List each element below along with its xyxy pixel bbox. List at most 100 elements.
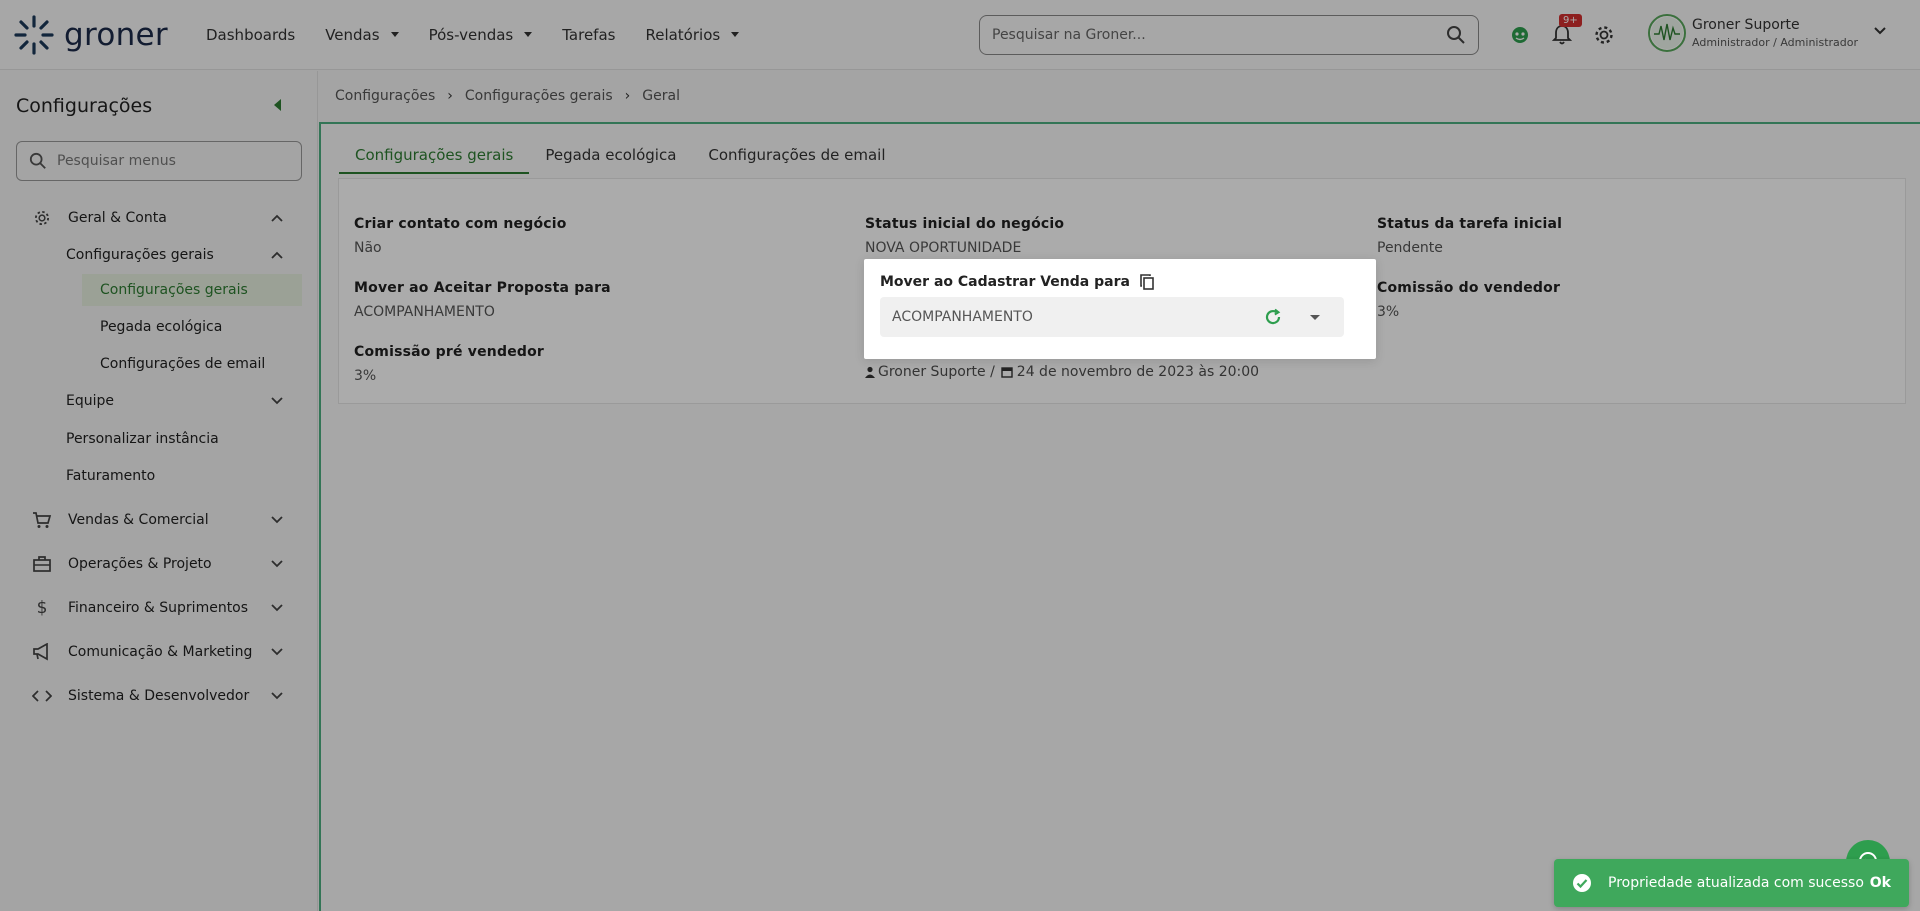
field-value: ACOMPANHAMENTO xyxy=(354,304,495,320)
breadcrumb-item[interactable]: Configurações xyxy=(335,88,435,104)
briefcase-icon xyxy=(32,554,52,574)
code-icon xyxy=(32,686,52,706)
sidebar-group-operacoes-projeto[interactable]: Operações & Projeto xyxy=(0,551,318,577)
breadcrumb-item[interactable]: Configurações gerais xyxy=(465,88,613,104)
cart-icon xyxy=(32,510,52,530)
sidebar-title: Configurações xyxy=(16,95,153,117)
field-label: Mover ao Aceitar Proposta para xyxy=(354,280,611,296)
chevron-up-icon xyxy=(271,214,283,222)
user-icon xyxy=(865,366,875,378)
copy-icon[interactable] xyxy=(1140,274,1154,290)
sidebar-subgroup-configuracoes-gerais[interactable]: Configurações gerais xyxy=(0,242,318,268)
field-value: NOVA OPORTUNIDADE xyxy=(865,240,1022,256)
tab-pegada-ecologica[interactable]: Pegada ecológica xyxy=(529,146,692,174)
assistant-icon[interactable] xyxy=(1505,20,1535,50)
sidebar-item-pegada-ecologica[interactable]: Pegada ecológica xyxy=(0,314,318,340)
chevron-down-icon xyxy=(271,516,283,524)
main-nav: Dashboards Vendas Pós-vendas Tarefas Rel… xyxy=(206,26,769,44)
notifications-bell[interactable]: 9+ xyxy=(1547,14,1582,50)
search-placeholder: Pesquisar na Groner... xyxy=(992,27,1146,43)
sidebar-search-placeholder: Pesquisar menus xyxy=(57,153,176,169)
notification-badge: 9+ xyxy=(1559,14,1582,27)
field-comissao-pre-vendedor[interactable]: Comissão pré vendedor 3% xyxy=(354,344,544,384)
field-criar-contato[interactable]: Criar contato com negócio Não xyxy=(354,216,567,256)
toast-ok-button[interactable]: Ok xyxy=(1870,875,1891,891)
refresh-icon[interactable] xyxy=(1264,308,1282,326)
settings-button[interactable] xyxy=(1589,20,1619,50)
tab-configuracoes-gerais[interactable]: Configurações gerais xyxy=(339,146,530,174)
nav-vendas[interactable]: Vendas xyxy=(325,26,399,44)
field-label: Comissão do vendedor xyxy=(1377,280,1561,296)
logo-icon xyxy=(14,14,54,55)
nav-label: Relatórios xyxy=(645,25,721,44)
sidebar-item-configuracoes-gerais[interactable]: Configurações gerais xyxy=(0,277,318,303)
sidebar-item-personalizar-instancia[interactable]: Personalizar instância xyxy=(0,426,318,452)
sidebar-item-label: Geral & Conta xyxy=(68,210,167,226)
sidebar-group-comunicacao-marketing[interactable]: Comunicação & Marketing xyxy=(0,639,318,665)
top-icons: 9+ xyxy=(1505,14,1631,50)
sidebar-group-sistema-desenvolvedor[interactable]: Sistema & Desenvolvedor xyxy=(0,683,318,709)
select-value: ACOMPANHAMENTO xyxy=(892,309,1033,325)
chevron-down-icon xyxy=(271,604,283,612)
tabs: Configurações gerais Pegada ecológica Co… xyxy=(339,146,902,174)
top-bar: groner Dashboards Vendas Pós-vendas Tare… xyxy=(0,0,1920,70)
chevron-down-icon xyxy=(271,692,283,700)
sidebar-item-label: Configurações gerais xyxy=(66,247,214,263)
breadcrumb: Configurações › Configurações gerais › G… xyxy=(335,88,680,104)
field-status-inicial[interactable]: Status inicial do negócio NOVA OPORTUNID… xyxy=(865,216,1064,256)
sidebar: Configurações Pesquisar menus Geral & Co… xyxy=(0,71,318,911)
gear-icon xyxy=(1595,26,1613,44)
search-icon xyxy=(29,152,46,169)
meta-date: 24 de novembro de 2023 às 20:00 xyxy=(1016,364,1260,380)
groner-logo[interactable]: groner xyxy=(12,13,180,57)
sidebar-item-label: Faturamento xyxy=(66,468,156,484)
chevron-right-icon: › xyxy=(624,88,631,104)
sidebar-group-financeiro-suprimentos[interactable]: $ Financeiro & Suprimentos xyxy=(0,595,318,621)
toast-message: Propriedade atualizada com sucesso xyxy=(1608,875,1864,891)
field-comissao-vendedor[interactable]: Comissão do vendedor 3% xyxy=(1377,280,1560,320)
last-update-meta: Groner Suporte / 24 de novembro de 2023 … xyxy=(864,364,1259,380)
popup-label: Mover ao Cadastrar Venda para xyxy=(880,274,1154,290)
meta-user: Groner Suporte / xyxy=(878,364,995,380)
field-mover-aceitar[interactable]: Mover ao Aceitar Proposta para ACOMPANHA… xyxy=(354,280,611,320)
sidebar-item-label: Comunicação & Marketing xyxy=(68,644,253,660)
calendar-icon xyxy=(1001,367,1013,378)
user-role: Administrador / Administrador xyxy=(1692,36,1859,49)
sidebar-group-vendas-comercial[interactable]: Vendas & Comercial xyxy=(0,507,318,533)
nav-pos-vendas[interactable]: Pós-vendas xyxy=(429,26,533,44)
nav-label: Tarefas xyxy=(562,25,616,44)
success-toast: Propriedade atualizada com sucesso Ok xyxy=(1554,859,1909,907)
sidebar-item-label: Operações & Projeto xyxy=(68,556,212,572)
field-label: Comissão pré vendedor xyxy=(354,344,545,360)
nav-relatorios[interactable]: Relatórios xyxy=(645,25,740,44)
nav-dashboards[interactable]: Dashboards xyxy=(206,26,295,44)
user-menu[interactable]: Groner Suporte Administrador / Administr… xyxy=(1648,14,1886,52)
field-status-tarefa[interactable]: Status da tarefa inicial Pendente xyxy=(1377,216,1562,256)
stage-select[interactable]: ACOMPANHAMENTO xyxy=(880,297,1344,337)
sidebar-item-label: Personalizar instância xyxy=(66,431,219,447)
main-content: Configurações gerais Pegada ecológica Co… xyxy=(319,122,1920,911)
check-circle-icon xyxy=(1573,874,1591,892)
chevron-down-icon xyxy=(271,397,283,405)
sidebar-search-input[interactable]: Pesquisar menus xyxy=(16,141,302,181)
sidebar-item-configuracoes-email[interactable]: Configurações de email xyxy=(0,351,318,377)
megaphone-icon xyxy=(32,642,52,662)
tab-configuracoes-email[interactable]: Configurações de email xyxy=(692,146,901,174)
sidebar-item-label: Pegada ecológica xyxy=(100,319,223,335)
sidebar-group-geral-conta[interactable]: Geral & Conta xyxy=(0,205,318,231)
field-value: 3% xyxy=(354,368,377,384)
caret-down-icon[interactable] xyxy=(1310,314,1320,320)
avatar xyxy=(1648,14,1686,52)
caret-down-icon xyxy=(731,32,740,37)
sidebar-item-label: Equipe xyxy=(66,393,114,409)
collapse-sidebar-icon[interactable] xyxy=(274,99,281,111)
global-search-input[interactable]: Pesquisar na Groner... xyxy=(979,15,1479,55)
search-icon[interactable] xyxy=(1446,25,1466,45)
nav-tarefas[interactable]: Tarefas xyxy=(562,26,615,44)
field-label: Status da tarefa inicial xyxy=(1377,216,1563,232)
sidebar-item-equipe[interactable]: Equipe xyxy=(0,388,318,414)
sidebar-item-faturamento[interactable]: Faturamento xyxy=(0,463,318,489)
chevron-right-icon: › xyxy=(447,88,453,104)
field-value: Pendente xyxy=(1377,240,1443,256)
chevron-down-icon[interactable] xyxy=(1873,26,1887,36)
